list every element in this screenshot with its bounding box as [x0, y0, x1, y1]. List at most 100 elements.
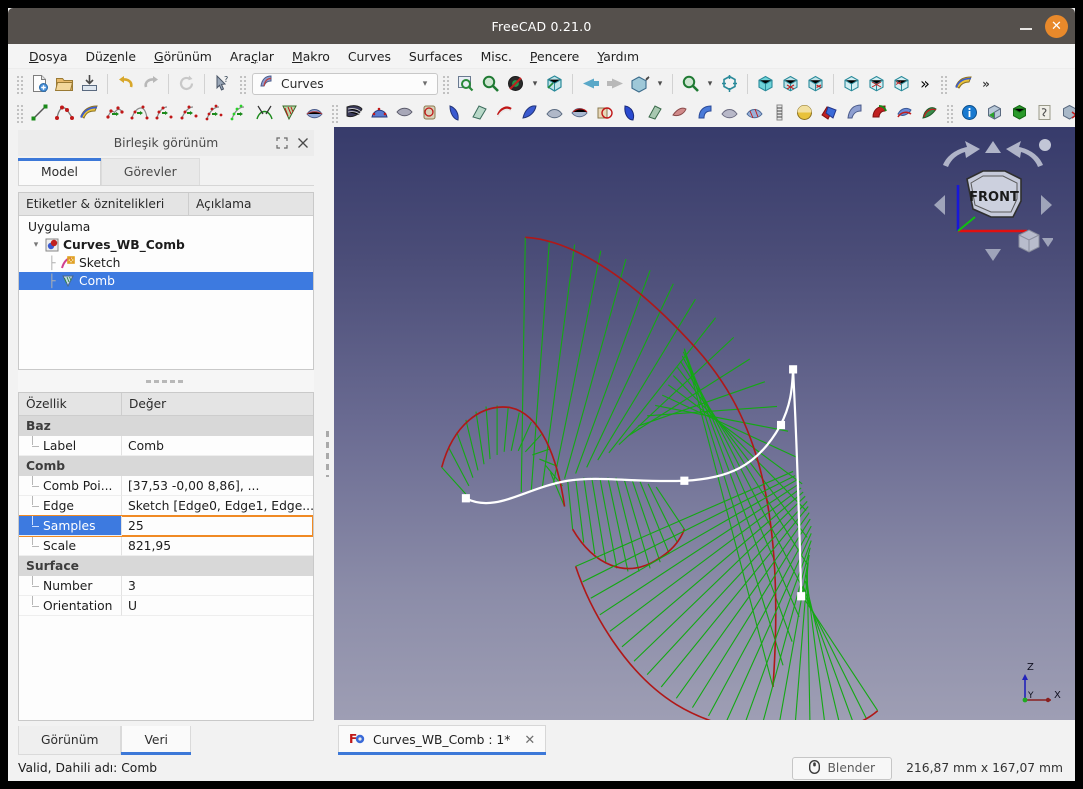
chevron-down-icon[interactable]: ▾: [417, 79, 433, 89]
navigation-style-button[interactable]: Blender: [792, 756, 893, 780]
sweep2rails-icon[interactable]: [367, 100, 392, 125]
menu-surfaces[interactable]: Surfaces: [400, 46, 472, 67]
property-row-label[interactable]: Label Comb: [19, 436, 313, 456]
toolbar-grip[interactable]: [945, 102, 954, 123]
sublink-icon[interactable]: [517, 100, 542, 125]
toolbar-grip[interactable]: [330, 102, 339, 123]
editable-spline-icon[interactable]: [77, 100, 102, 125]
3d-viewport[interactable]: FRONT Z Y X: [334, 127, 1075, 720]
trim-face-icon[interactable]: [542, 100, 567, 125]
clipping-icon[interactable]: [503, 71, 528, 96]
minimize-button[interactable]: [1017, 17, 1035, 35]
left-face-icon[interactable]: [889, 71, 914, 96]
curves-wb-icon[interactable]: [842, 100, 867, 125]
new-document-icon[interactable]: [27, 71, 52, 96]
top-face-icon[interactable]: [778, 71, 803, 96]
open-document-icon[interactable]: [52, 71, 77, 96]
navigation-cube[interactable]: FRONT: [933, 139, 1053, 279]
property-value[interactable]: 3: [122, 576, 313, 596]
property-value[interactable]: Sketch [Edge0, Edge1, Edge...: [122, 496, 313, 516]
save-document-icon[interactable]: [77, 71, 102, 96]
tab-data[interactable]: Veri: [121, 726, 191, 755]
tree-expand-arrow[interactable]: ▾: [29, 240, 43, 250]
tree-root-application[interactable]: Uygulama: [19, 218, 313, 236]
property-value[interactable]: 25: [122, 516, 313, 536]
tree-item-sketch[interactable]: ├ Sketch: [19, 254, 313, 272]
chevron-down-icon[interactable]: ▾: [528, 71, 542, 96]
tab-view[interactable]: Görünüm: [18, 726, 122, 755]
property-row-scale[interactable]: Scale 821,95: [19, 536, 313, 556]
property-value[interactable]: Comb: [122, 436, 313, 456]
toolbar-grip[interactable]: [238, 73, 247, 94]
menu-help[interactable]: Yardım: [588, 46, 648, 67]
chevron-down-icon[interactable]: ▾: [653, 71, 667, 96]
fit-selection-icon[interactable]: [453, 71, 478, 96]
tree-item-comb[interactable]: ├ Comb: [19, 272, 313, 290]
bottom-face-icon[interactable]: [864, 71, 889, 96]
front-face-icon[interactable]: [753, 71, 778, 96]
menu-windows[interactable]: Pencere: [521, 46, 588, 67]
split-curve-icon[interactable]: [127, 100, 152, 125]
zoom-box-icon[interactable]: [478, 71, 503, 96]
whats-this-icon[interactable]: ?: [210, 71, 235, 96]
comb-plot-icon[interactable]: [252, 100, 277, 125]
solid-green-icon[interactable]: [1007, 100, 1032, 125]
interpolate-icon[interactable]: [202, 100, 227, 125]
toolbar-overflow-button[interactable]: »: [976, 71, 996, 96]
document-tab[interactable]: F Curves_WB_Comb : 1* ✕: [338, 725, 547, 755]
surface-net-icon[interactable]: [742, 100, 767, 125]
document-tab-close-icon[interactable]: ✕: [524, 733, 535, 748]
toolbar-grip[interactable]: [15, 73, 24, 94]
rear-face-icon[interactable]: [839, 71, 864, 96]
forward-view-icon[interactable]: [603, 71, 628, 96]
segment-surface-icon[interactable]: [442, 100, 467, 125]
sphere-icon[interactable]: [792, 100, 817, 125]
close-icon[interactable]: [296, 136, 310, 150]
toolbar-grip[interactable]: [939, 73, 948, 94]
fit-all-icon[interactable]: [717, 71, 742, 96]
line-icon[interactable]: [27, 100, 52, 125]
approximate-icon[interactable]: [177, 100, 202, 125]
zoom-icon[interactable]: [678, 71, 703, 96]
face-map-icon[interactable]: [1057, 100, 1075, 125]
editable-spline-icon[interactable]: [951, 71, 976, 96]
chevron-down-icon[interactable]: ▾: [703, 71, 717, 96]
sketch-export-icon[interactable]: [1032, 100, 1057, 125]
sketch-on-surface-icon[interactable]: [567, 100, 592, 125]
discretize-icon[interactable]: [152, 100, 177, 125]
property-value[interactable]: 821,95: [122, 536, 313, 556]
back-view-icon[interactable]: [578, 71, 603, 96]
property-value[interactable]: [37,53 -0,00 8,86], ...: [122, 476, 313, 496]
menu-file[interactable]: Dosya: [20, 46, 77, 67]
twist-icon[interactable]: [917, 100, 942, 125]
tab-tasks[interactable]: Görevler: [100, 158, 200, 185]
mixed-curve-icon[interactable]: [642, 100, 667, 125]
undo-icon[interactable]: [113, 71, 138, 96]
flatten-face-icon[interactable]: [467, 100, 492, 125]
menu-view[interactable]: Görünüm: [145, 46, 221, 67]
curve-colored-icon[interactable]: [867, 100, 892, 125]
toolbar-grip[interactable]: [15, 102, 24, 123]
bounding-box-icon[interactable]: [982, 100, 1007, 125]
property-row-number[interactable]: Number 3: [19, 576, 313, 596]
property-value[interactable]: U: [122, 596, 313, 616]
property-row-comb-poi-[interactable]: Comb Poi... [37,53 -0,00 8,86], ...: [19, 476, 313, 496]
property-row-edge[interactable]: Edge Sketch [Edge0, Edge1, Edge...: [19, 496, 313, 516]
menu-edit[interactable]: Düzenle: [77, 46, 145, 67]
hatch-icon[interactable]: [767, 100, 792, 125]
boolean-icon[interactable]: [817, 100, 842, 125]
workbench-selector[interactable]: Curves ▾: [252, 72, 438, 95]
redo-icon[interactable]: [138, 71, 163, 96]
tree-item-curves-wb-comb[interactable]: ▾ Curves_WB_Comb: [19, 236, 313, 254]
pipeshell-icon[interactable]: [417, 100, 442, 125]
bspline-icon[interactable]: [52, 100, 77, 125]
info-icon[interactable]: [957, 100, 982, 125]
vertical-splitter[interactable]: [320, 127, 334, 781]
gordon-surface-icon[interactable]: [302, 100, 327, 125]
tab-model[interactable]: Model: [18, 158, 101, 185]
isocurve-icon[interactable]: [342, 100, 367, 125]
zebra-icon[interactable]: [277, 100, 302, 125]
property-row-samples[interactable]: Samples 25: [19, 515, 313, 537]
panel-splitter-handle[interactable]: [18, 370, 314, 392]
refresh-icon[interactable]: [174, 71, 199, 96]
